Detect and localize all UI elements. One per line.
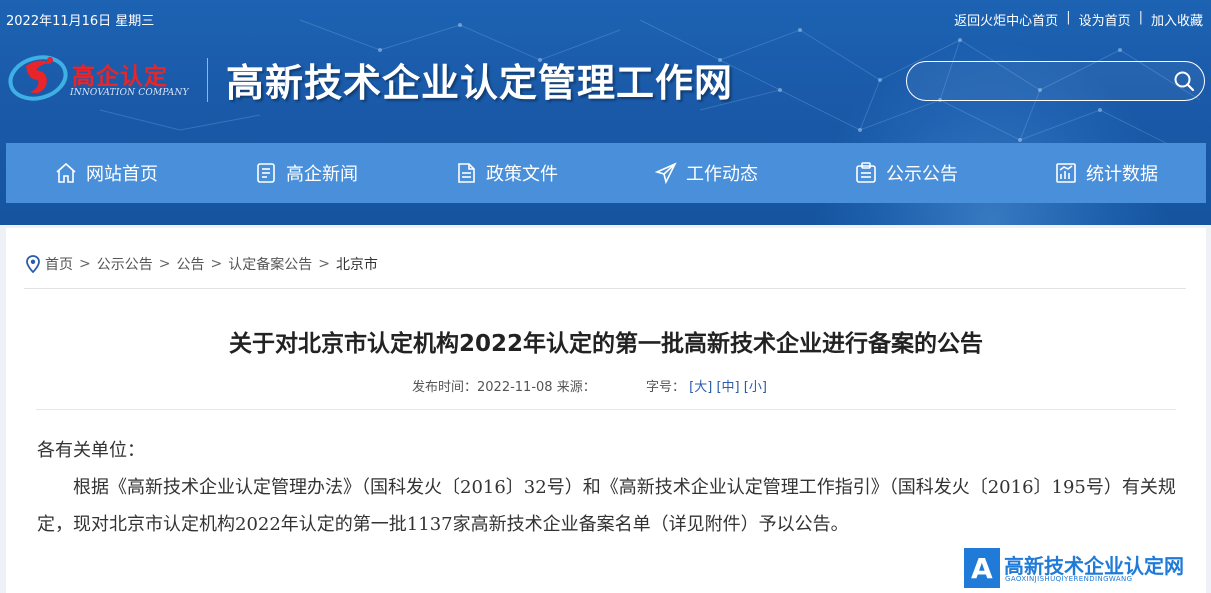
top-bar: 2022年11月16日 星期三 返回火炬中心首页 | 设为首页 | 加入收藏 xyxy=(0,0,1211,36)
nav-item-work[interactable]: 工作动态 xyxy=(606,143,806,203)
salutation: 各有关单位： xyxy=(37,440,145,461)
font-size-label: 字号： xyxy=(646,380,686,395)
source-label: 来源： xyxy=(556,380,596,395)
logo-brand-text: 高企认定 xyxy=(72,63,168,90)
nav-item-news[interactable]: 高企新闻 xyxy=(206,143,406,203)
breadcrumb-home[interactable]: 首页 xyxy=(45,254,73,274)
site-title: 高新技术企业认定管理工作网 xyxy=(226,60,734,105)
send-icon xyxy=(654,162,677,185)
breadcrumb-filing[interactable]: 认定备案公告 xyxy=(228,254,312,274)
nav-item-label: 统计数据 xyxy=(1086,164,1158,185)
divider xyxy=(24,288,1186,289)
document-icon xyxy=(458,163,475,183)
nav-item-label: 政策文件 xyxy=(486,164,558,185)
font-large-link[interactable]: [大] xyxy=(689,380,712,395)
published-date: 2022-11-08 xyxy=(477,380,553,395)
chart-icon xyxy=(1056,163,1076,183)
article-meta: 发布时间：2022-11-08 来源： 字号： [大] [中] [小] xyxy=(412,376,767,395)
search-icon[interactable] xyxy=(1172,69,1196,93)
font-small-link[interactable]: [小] xyxy=(744,380,767,395)
separator: | xyxy=(1138,10,1143,25)
nav-item-notice[interactable]: 公示公告 xyxy=(806,143,1006,203)
news-icon xyxy=(257,163,275,183)
article-body: 各有关单位： 根据《高新技术企业认定管理办法》（国科发火〔2016〕32号）和《… xyxy=(37,432,1177,543)
published-label: 发布时间： xyxy=(412,380,478,395)
nav-item-label: 高企新闻 xyxy=(286,164,358,185)
set-homepage-link[interactable]: 设为首页 xyxy=(1079,10,1131,29)
breadcrumb-announcement[interactable]: 公告 xyxy=(176,254,204,274)
watermark-logo: A 高新技术企业认定网 GAOXINJISHUQIYERENDINGWANG xyxy=(964,546,1211,593)
main-nav: 网站首页 高企新闻 政策文件 工作动态 公示公告 统计数据 xyxy=(6,143,1206,203)
nav-item-stats[interactable]: 统计数据 xyxy=(1006,143,1206,203)
separator: | xyxy=(1066,10,1071,25)
breadcrumb-separator: > xyxy=(210,256,223,272)
home-icon xyxy=(56,162,76,183)
watermark-badge: A xyxy=(964,548,1000,588)
nav-item-label: 网站首页 xyxy=(86,164,158,185)
watermark-letter: A xyxy=(971,552,993,585)
breadcrumb-current[interactable]: 北京市 xyxy=(336,254,378,274)
location-pin-icon xyxy=(26,255,40,273)
add-favorite-link[interactable]: 加入收藏 xyxy=(1151,10,1203,29)
logo-divider xyxy=(207,58,208,102)
logo-swirl-icon xyxy=(8,55,68,101)
watermark-pinyin: GAOXINJISHUQIYERENDINGWANG xyxy=(1005,575,1133,583)
nav-item-home[interactable]: 网站首页 xyxy=(6,143,206,203)
back-to-torch-link[interactable]: 返回火炬中心首页 xyxy=(954,10,1058,29)
article-title: 关于对北京市认定机构2022年认定的第一批高新技术企业进行备案的公告 xyxy=(228,331,983,357)
search-input[interactable] xyxy=(921,70,1161,92)
font-medium-link[interactable]: [中] xyxy=(716,380,739,395)
article-panel: 首页 > 公示公告 > 公告 > 认定备案公告 > 北京市 关于对北京市认定机构… xyxy=(6,228,1206,593)
breadcrumb: 首页 > 公示公告 > 公告 > 认定备案公告 > 北京市 xyxy=(25,254,378,274)
article-paragraph: 根据《高新技术企业认定管理办法》（国科发火〔2016〕32号）和《高新技术企业认… xyxy=(37,477,1176,535)
logo-brand-en: INNOVATION COMPANY xyxy=(70,88,189,98)
nav-item-label: 公示公告 xyxy=(886,164,958,185)
breadcrumb-notices[interactable]: 公示公告 xyxy=(97,254,153,274)
nav-item-policy[interactable]: 政策文件 xyxy=(406,143,606,203)
notice-icon xyxy=(856,162,876,183)
current-date: 2022年11月16日 星期三 xyxy=(6,14,155,29)
breadcrumb-separator: > xyxy=(318,256,330,272)
search-box xyxy=(906,61,1205,101)
site-logo[interactable]: 高企认定 INNOVATION COMPANY xyxy=(6,48,206,106)
breadcrumb-separator: > xyxy=(158,256,171,272)
divider xyxy=(36,409,1176,410)
top-links: 返回火炬中心首页 | 设为首页 | 加入收藏 xyxy=(954,10,1203,29)
nav-item-label: 工作动态 xyxy=(686,164,758,185)
breadcrumb-separator: > xyxy=(79,256,91,272)
